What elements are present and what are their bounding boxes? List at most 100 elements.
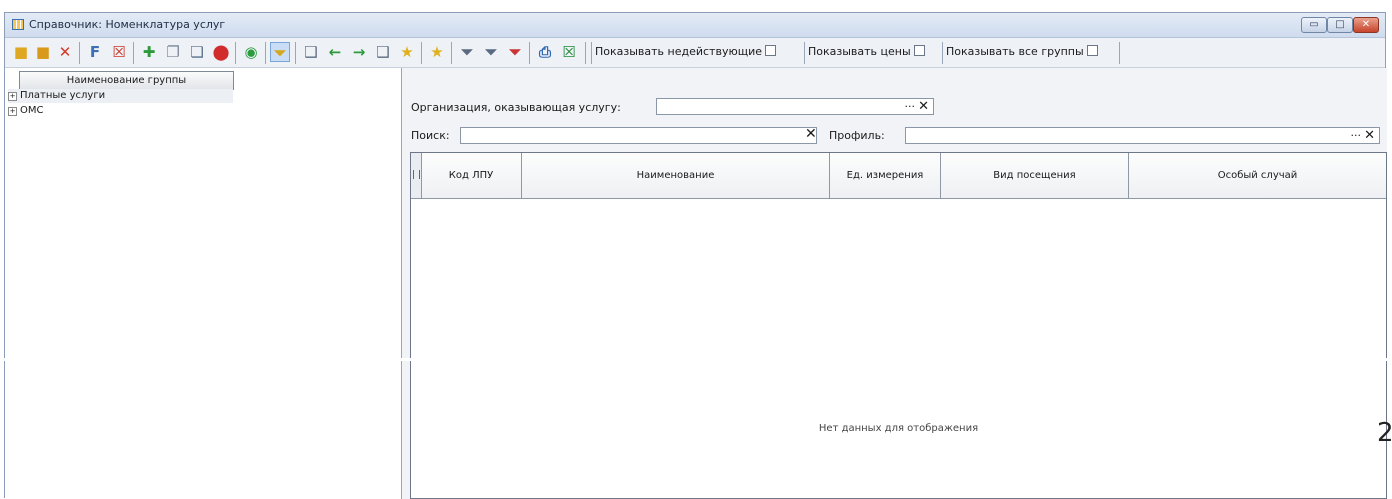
profile-label: Профиль: [829, 129, 885, 142]
add-record-icon: ✚ [142, 43, 156, 61]
next-button[interactable]: → [349, 42, 369, 62]
tree-item-oms[interactable]: + ОМС [8, 104, 43, 118]
toolbar-separator [421, 42, 422, 64]
toolbar-separator [591, 42, 592, 64]
filter-icon: ⏷ [460, 43, 473, 61]
maximize-button[interactable]: □ [1327, 17, 1353, 33]
show-inactive-label: Показывать недействующие [595, 45, 762, 58]
edit-group-icon: ■ [35, 43, 51, 61]
show-inactive-checkbox[interactable] [765, 45, 776, 56]
toolbar-separator [451, 42, 452, 64]
export-icon: ❑ [376, 43, 390, 61]
toolbar-separator [585, 42, 586, 64]
refresh-icon: ◉ [244, 43, 258, 61]
table-icon [12, 19, 24, 30]
edit-record-button[interactable]: ❏ [187, 42, 207, 62]
add-group-icon: ■ [13, 43, 29, 61]
expand-icon[interactable]: + [8, 107, 17, 116]
star-add-button[interactable]: ★ [397, 42, 417, 62]
page-divider [0, 358, 1392, 361]
close-icon: ✕ [1361, 19, 1371, 30]
copy-record-button[interactable]: ❐ [163, 42, 183, 62]
tree-item-paid-services[interactable]: + Платные услуги [8, 89, 233, 103]
group-name-column-header[interactable]: Наименование группы [19, 71, 234, 90]
tree-item-label: Платные услуги [20, 90, 106, 101]
star-add-icon: ★ [400, 43, 414, 61]
show-prices-checkbox[interactable] [913, 45, 925, 56]
minimize-icon: ▭ [1309, 19, 1319, 30]
print-button[interactable]: ⎙ [535, 42, 555, 62]
search-input[interactable] [460, 127, 817, 144]
column-header-special-case[interactable]: Особый случай [1129, 153, 1386, 198]
toolbar-separator [265, 42, 266, 64]
show-prices-toggle[interactable]: Показывать цены [808, 45, 925, 58]
document-button[interactable]: ❑ [301, 42, 321, 62]
add-group-button[interactable]: ■ [11, 42, 31, 62]
services-panel: Организация, оказывающая услугу: ··· ✕ П… [402, 68, 1387, 499]
expand-icon[interactable]: + [8, 92, 17, 101]
print-icon: ⎙ [538, 43, 551, 61]
grid-header: Код ЛПУ Наименование Ед. измерения Вид п… [411, 153, 1386, 199]
tree-item-label: ОМС [20, 105, 44, 116]
refresh-button[interactable]: ◉ [241, 42, 261, 62]
profile-field[interactable]: ··· ✕ [905, 127, 1380, 144]
app-window: Справочник: Номенклатура услуг ▭ □ ✕ ■ ■… [4, 12, 1387, 499]
edit-group-button[interactable]: ■ [33, 42, 53, 62]
column-header-code[interactable]: Код ЛПУ [421, 153, 522, 198]
show-all-groups-toggle[interactable]: Показывать все группы [946, 45, 1098, 58]
search-label: Поиск: [411, 129, 450, 142]
title-bar[interactable]: Справочник: Номенклатура услуг ▭ □ ✕ [5, 13, 1385, 38]
show-all-groups-checkbox[interactable] [1086, 45, 1098, 56]
search-clear-icon[interactable]: ✕ [805, 126, 817, 142]
delete-record-button[interactable]: ⬤ [211, 42, 231, 62]
show-prices-label: Показывать цены [808, 45, 911, 58]
column-header-visit-type[interactable]: Вид посещения [941, 153, 1129, 198]
delete-record-icon: ⬤ [212, 43, 230, 61]
sort-button[interactable]: F [85, 42, 105, 62]
edit-record-icon: ❏ [190, 43, 204, 61]
add-record-button[interactable]: ✚ [139, 42, 159, 62]
filter-clear-button[interactable]: ⏷ [505, 42, 525, 62]
toolbar-separator [804, 42, 805, 64]
copy-record-icon: ❐ [166, 43, 180, 61]
clear-sort-button[interactable]: ☒ [109, 42, 129, 62]
page-number: 2 [1377, 418, 1392, 448]
excel-export-button[interactable]: ☒ [559, 42, 579, 62]
document-icon: ❑ [304, 43, 318, 61]
profile-browse-icon[interactable]: ··· [1351, 128, 1362, 143]
toolbar-separator [133, 42, 134, 64]
minimize-button[interactable]: ▭ [1301, 17, 1327, 33]
profile-clear-icon[interactable]: ✕ [1364, 128, 1375, 143]
org-clear-icon[interactable]: ✕ [918, 99, 929, 114]
org-field[interactable]: ··· ✕ [656, 98, 934, 115]
delete-group-icon: ✕ [58, 43, 72, 61]
filter-edit-button[interactable]: ⏷ [481, 42, 501, 62]
filter-active-icon: ⏷ [273, 44, 286, 62]
toolbar-separator [295, 42, 296, 64]
filter-active-button[interactable]: ⏷ [270, 42, 290, 62]
favorite-button[interactable]: ★ [427, 42, 447, 62]
favorite-icon: ★ [430, 43, 444, 61]
show-inactive-toggle[interactable]: Показывать недействующие [595, 45, 776, 58]
close-button[interactable]: ✕ [1353, 17, 1379, 33]
filter-clear-icon: ⏷ [508, 43, 521, 61]
groups-panel: Наименование группы + Платные услуги + ОМС [5, 68, 402, 499]
column-header-unit[interactable]: Ед. измерения [830, 153, 941, 198]
toolbar-separator [235, 42, 236, 64]
show-all-groups-label: Показывать все группы [946, 45, 1084, 58]
maximize-icon: □ [1335, 19, 1345, 30]
services-grid: Код ЛПУ Наименование Ед. измерения Вид п… [410, 152, 1387, 499]
arrow-left-icon: ← [328, 43, 342, 61]
prev-button[interactable]: ← [325, 42, 345, 62]
org-label: Организация, оказывающая услугу: [411, 101, 621, 114]
sort-icon: F [89, 43, 101, 61]
toolbar-separator [942, 42, 943, 64]
org-browse-icon[interactable]: ··· [905, 99, 916, 114]
delete-group-button[interactable]: ✕ [55, 42, 75, 62]
window-title: Справочник: Номенклатура услуг [29, 18, 226, 31]
column-header-name[interactable]: Наименование [522, 153, 830, 198]
toolbar-separator [1119, 42, 1120, 64]
filter-edit-icon: ⏷ [484, 43, 497, 61]
export-button[interactable]: ❑ [373, 42, 393, 62]
filter-button[interactable]: ⏷ [457, 42, 477, 62]
